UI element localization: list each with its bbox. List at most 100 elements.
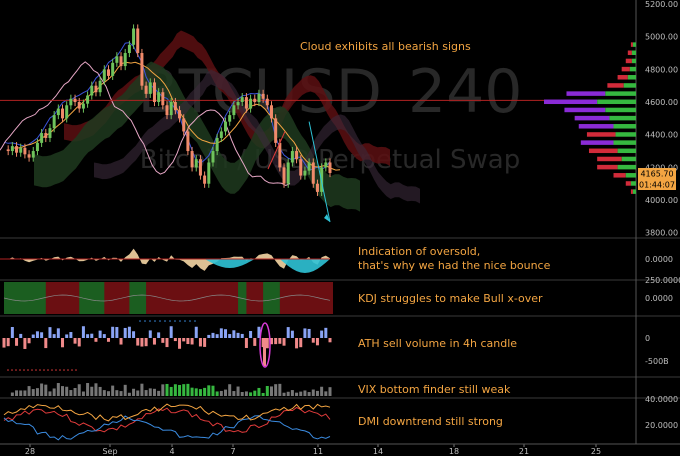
volume-dot bbox=[149, 320, 151, 322]
vix-gray-bar bbox=[27, 386, 31, 396]
profile-sell-bar bbox=[607, 83, 624, 88]
volume-dot bbox=[35, 369, 37, 371]
vix-gray-bar bbox=[65, 386, 69, 396]
bear-candle bbox=[198, 159, 202, 176]
chart-stage: BTCUSD 240 Bitcoin / USD Perpetual Swap 5… bbox=[0, 0, 680, 456]
volume-buy-bar bbox=[35, 331, 39, 338]
vix-green-bar bbox=[257, 387, 261, 396]
bear-candle bbox=[73, 98, 77, 103]
volume-sell-bar bbox=[282, 338, 286, 346]
vix-green-bar bbox=[215, 391, 219, 396]
profile-sell-bar bbox=[630, 42, 633, 47]
bull-candle bbox=[232, 105, 236, 116]
volume-buy-bar bbox=[290, 330, 294, 338]
vix-gray-bar bbox=[69, 390, 73, 396]
bear-candle bbox=[6, 149, 10, 152]
bull-candle bbox=[127, 44, 131, 54]
volume-sell-bar bbox=[161, 338, 165, 343]
volume-sell-bar bbox=[27, 338, 31, 344]
volume-dot bbox=[164, 320, 166, 322]
bull-candle bbox=[303, 170, 307, 176]
vix-gray-bar bbox=[77, 384, 81, 396]
volume-dot bbox=[169, 320, 171, 322]
bear-candle bbox=[61, 108, 65, 119]
volume-sell-bar bbox=[173, 338, 177, 342]
countdown-label: 01:44:07 bbox=[639, 181, 675, 190]
profile-buy-bar bbox=[621, 156, 636, 162]
vix-gray-bar bbox=[102, 390, 106, 396]
volume-dot bbox=[75, 369, 77, 371]
vix-green-bar bbox=[165, 383, 169, 396]
bull-candle bbox=[169, 102, 173, 116]
bull-candle bbox=[48, 128, 52, 138]
bull-candle bbox=[286, 162, 290, 184]
volume-buy-bar bbox=[236, 332, 240, 338]
trading-chart: BTCUSD 240 Bitcoin / USD Perpetual Swap 5… bbox=[0, 0, 680, 456]
kdj-bear-zone bbox=[45, 282, 83, 314]
bull-candle bbox=[236, 102, 240, 106]
vix-green-bar bbox=[207, 385, 211, 396]
vix-green-bar bbox=[178, 384, 182, 396]
vix-gray-bar bbox=[324, 391, 328, 396]
volume-sell-bar bbox=[278, 338, 282, 344]
volume-dot bbox=[7, 369, 9, 371]
volume-buy-bar bbox=[207, 334, 211, 338]
bear-candle bbox=[253, 98, 257, 103]
bull-candle bbox=[98, 80, 102, 93]
vix-green-bar bbox=[203, 387, 207, 396]
profile-buy-bar bbox=[625, 173, 636, 178]
vix-gray-bar bbox=[295, 392, 299, 396]
volume-sell-bar bbox=[165, 338, 169, 348]
profile-buy-bar bbox=[617, 148, 636, 154]
volume-buy-bar bbox=[228, 334, 232, 338]
vix-gray-bar bbox=[144, 390, 148, 396]
profile-sell-bar bbox=[627, 50, 632, 56]
volume-buy-bar bbox=[148, 330, 152, 338]
vix-gray-bar bbox=[119, 391, 123, 396]
profile-buy-bar bbox=[623, 83, 636, 88]
vix-gray-bar bbox=[148, 388, 152, 396]
profile-sell-bar bbox=[617, 75, 628, 80]
volume-buy-bar bbox=[86, 334, 90, 338]
bear-candle bbox=[152, 82, 156, 103]
bull-candle bbox=[290, 151, 294, 163]
vix-gray-bar bbox=[31, 389, 35, 396]
profile-buy-bar bbox=[627, 75, 636, 80]
bear-candle bbox=[136, 28, 140, 54]
volume-sell-bar bbox=[140, 338, 144, 347]
bear-candle bbox=[94, 85, 98, 93]
volume-buy-bar bbox=[81, 326, 85, 338]
last-price-badge: 4165.70 01:44:07 bbox=[638, 168, 676, 190]
bear-candle bbox=[15, 146, 19, 153]
bear-candle bbox=[278, 142, 282, 168]
volume-buy-bar bbox=[65, 334, 69, 338]
volume-dot bbox=[27, 369, 29, 371]
volume-dot bbox=[184, 320, 186, 322]
vix-gray-bar bbox=[328, 387, 332, 396]
volume-dot bbox=[159, 320, 161, 322]
bull-candle bbox=[52, 115, 56, 129]
panel-tick: 250.0000 bbox=[645, 276, 680, 285]
bull-candle bbox=[249, 98, 253, 109]
profile-buy-bar bbox=[632, 189, 636, 194]
volume-sell-bar bbox=[119, 338, 123, 345]
bear-candle bbox=[23, 147, 27, 155]
bull-candle bbox=[10, 146, 14, 152]
volume-buy-bar bbox=[48, 327, 52, 338]
volume-buy-bar bbox=[102, 334, 106, 338]
volume-dot bbox=[19, 369, 21, 371]
x-tick-label: Sep bbox=[102, 447, 117, 456]
volume-dot bbox=[154, 320, 156, 322]
vix-green-bar bbox=[169, 386, 173, 396]
vix-green-bar bbox=[173, 384, 177, 396]
panel-tick: 0.0000 bbox=[645, 294, 673, 303]
kdj-panel bbox=[3, 282, 333, 314]
bear-candle bbox=[261, 93, 265, 99]
profile-sell-bar bbox=[597, 156, 622, 162]
bear-candle bbox=[274, 118, 278, 143]
volume-dot bbox=[43, 369, 45, 371]
volume-buy-bar bbox=[69, 332, 73, 338]
x-tick-label: 28 bbox=[25, 447, 35, 456]
volume-sell-bar bbox=[6, 338, 10, 347]
vix-green-bar bbox=[253, 390, 257, 396]
